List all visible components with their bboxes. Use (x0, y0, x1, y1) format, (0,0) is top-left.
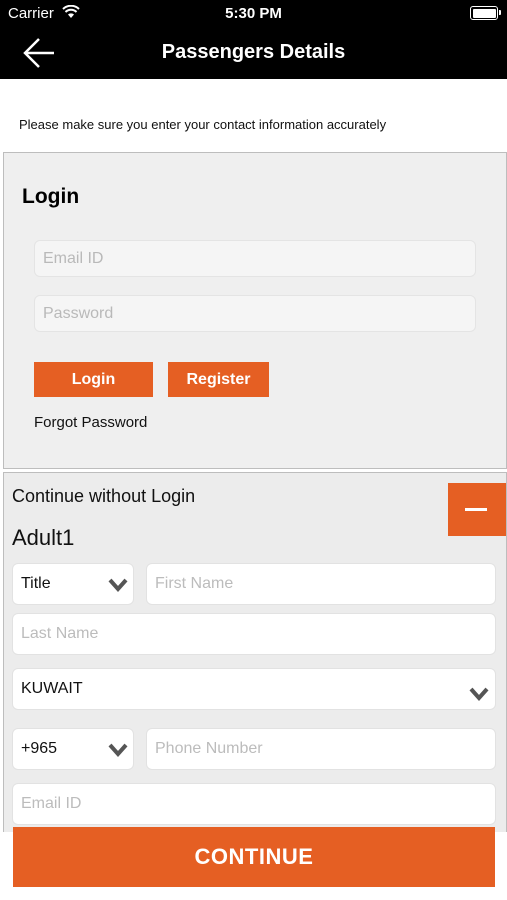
register-button[interactable]: Register (168, 362, 269, 397)
guest-checkout-panel: Continue without Login Adult1 Title Firs… (3, 472, 507, 832)
minus-icon (465, 508, 487, 511)
guest-email-input[interactable]: Email ID (12, 783, 496, 825)
collapse-button[interactable] (448, 483, 506, 536)
nav-bar: Passengers Details (0, 28, 507, 79)
title-select[interactable]: Title (12, 563, 134, 605)
login-password-input[interactable]: Password (34, 295, 476, 332)
continue-button[interactable]: CONTINUE (13, 827, 495, 887)
login-heading: Login (22, 185, 80, 208)
title-select-value: Title (21, 575, 51, 592)
forgot-password-link[interactable]: Forgot Password (34, 414, 147, 431)
login-email-placeholder: Email ID (43, 249, 104, 267)
battery-icon (470, 6, 501, 20)
first-name-placeholder: First Name (155, 575, 234, 592)
country-code-select[interactable]: +965 (12, 728, 134, 770)
first-name-input[interactable]: First Name (146, 563, 496, 605)
last-name-input[interactable]: Last Name (12, 613, 496, 655)
chevron-down-icon (108, 743, 128, 757)
login-password-placeholder: Password (43, 304, 114, 322)
login-panel: Login Email ID Password Login Register F… (3, 152, 507, 469)
guest-heading: Continue without Login (12, 486, 196, 506)
phone-number-placeholder: Phone Number (155, 740, 263, 757)
page-title: Passengers Details (161, 41, 346, 63)
country-select[interactable]: KUWAIT (12, 668, 496, 710)
last-name-placeholder: Last Name (21, 625, 99, 642)
status-bar: Carrier 5:30 PM (0, 0, 507, 28)
clock: 5:30 PM (225, 5, 282, 22)
login-button[interactable]: Login (34, 362, 153, 397)
country-code-value: +965 (21, 740, 58, 757)
phone-number-input[interactable]: Phone Number (146, 728, 496, 770)
login-email-input[interactable]: Email ID (34, 240, 476, 277)
passenger-label: Adult1 (12, 525, 75, 550)
guest-email-placeholder: Email ID (21, 795, 82, 812)
contact-info-notice: Please make sure you enter your contact … (19, 117, 387, 132)
chevron-down-icon (469, 687, 489, 701)
chevron-down-icon (108, 578, 128, 592)
country-select-value: KUWAIT (21, 680, 83, 697)
